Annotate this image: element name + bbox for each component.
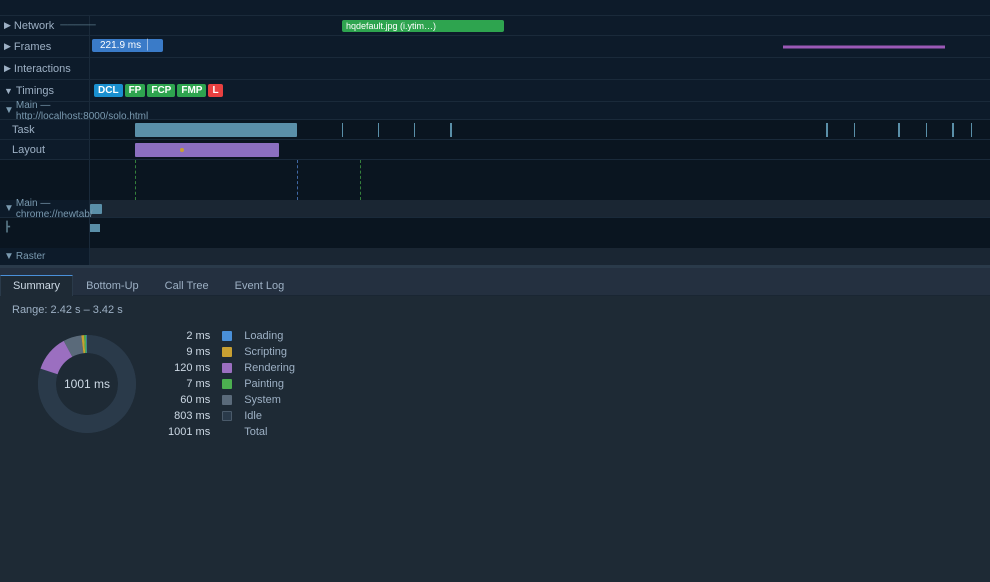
legend-painting-label: Painting: [238, 376, 301, 392]
badge-fmp: FMP: [177, 84, 206, 97]
task-row: Task: [0, 120, 990, 140]
donut-center-label: 1001 ms: [64, 377, 110, 391]
donut-chart: 1001 ms: [32, 329, 142, 439]
legend-idle-swatch: [216, 408, 238, 424]
legend-system: 60 ms System: [162, 392, 301, 408]
legend-total-ms: 1001 ms: [162, 424, 216, 440]
frames-value: 221.9 ms ▏: [92, 39, 163, 52]
main-newtab-body: [90, 200, 990, 218]
legend-system-swatch: [216, 392, 238, 408]
bottom-panel: Summary Bottom-Up Call Tree Event Log Ra…: [0, 266, 990, 526]
task-bar-9: [926, 123, 927, 137]
task-bar-6: [826, 123, 828, 137]
tab-event-log[interactable]: Event Log: [222, 275, 298, 296]
legend-loading: 2 ms Loading: [162, 328, 301, 344]
newtab-bar-2: [90, 224, 100, 232]
tab-bottom-up[interactable]: Bottom-Up: [73, 275, 152, 296]
legend-rendering-ms: 120 ms: [162, 360, 216, 376]
task-bar-2: [342, 123, 343, 137]
legend-scripting-label: Scripting: [238, 344, 301, 360]
badge-fcp: FCP: [147, 84, 175, 97]
raster-header: ▼ Raster: [0, 248, 990, 266]
task-bar-7: [854, 123, 855, 137]
task-bar-1: [135, 123, 297, 137]
interactions-content: [90, 58, 990, 79]
layout-label: Layout: [0, 140, 90, 159]
frames-purple-bar: [783, 45, 945, 48]
legend-rendering: 120 ms Rendering: [162, 360, 301, 376]
legend-painting: 7 ms Painting: [162, 376, 301, 392]
vline-fp: [135, 160, 136, 200]
interactions-label: ▶ Interactions: [0, 58, 90, 79]
main-localhost-header-body: [90, 102, 990, 120]
layout-bar: [135, 143, 279, 157]
layout-row: Layout: [0, 140, 990, 160]
legend-scripting-swatch: [216, 344, 238, 360]
legend-loading-swatch: [216, 328, 238, 344]
badge-l: L: [208, 84, 222, 97]
main-spacer: [0, 160, 990, 200]
raster-body: [90, 248, 990, 266]
legend-rendering-label: Rendering: [238, 360, 301, 376]
frames-row: ▶ Frames 221.9 ms ▏: [0, 36, 990, 58]
network-row: ▶ Network ───── hqdefault.jpg (i.ytim…): [0, 16, 990, 36]
frames-label: ▶ Frames: [0, 36, 90, 57]
legend-idle: 803 ms Idle: [162, 408, 301, 424]
tabs-row: Summary Bottom-Up Call Tree Event Log: [0, 268, 990, 296]
badge-dcl: DCL: [94, 84, 123, 97]
raster-label: ▼ Raster: [0, 248, 90, 265]
network-file-bar: hqdefault.jpg (i.ytim…): [342, 20, 504, 32]
legend-idle-ms: 803 ms: [162, 408, 216, 424]
layout-dot: [180, 148, 184, 152]
legend-loading-label: Loading: [238, 328, 301, 344]
frames-content: 221.9 ms ▏: [90, 36, 990, 57]
main-localhost-header: ▼ Main — http://localhost:8000/solo.html: [0, 102, 990, 120]
legend-scripting: 9 ms Scripting: [162, 344, 301, 360]
network-label: ▶ Network ─────: [0, 16, 90, 35]
tab-summary[interactable]: Summary: [0, 275, 73, 296]
legend-system-label: System: [238, 392, 301, 408]
network-content: hqdefault.jpg (i.ytim…): [90, 16, 990, 35]
timings-row: ▼ Timings DCL FP FCP FMP L: [0, 80, 990, 102]
layout-body: [90, 140, 990, 159]
legend-table: 2 ms Loading 9 ms Scripting 120 ms Rende…: [162, 328, 301, 440]
task-bar-8: [898, 123, 900, 137]
newtab-spacer: ┣: [0, 218, 990, 248]
legend-rendering-swatch: [216, 360, 238, 376]
timings-content: DCL FP FCP FMP L: [90, 80, 990, 101]
badge-fp: FP: [125, 84, 146, 97]
summary-body: 1001 ms 2 ms Loading 9 ms Scripting: [12, 328, 978, 440]
interactions-row: ▶ Interactions: [0, 58, 990, 80]
main-newtab-label: ▼ Main — chrome://newtab/: [0, 200, 90, 217]
legend-painting-ms: 7 ms: [162, 376, 216, 392]
main-newtab-header: ▼ Main — chrome://newtab/: [0, 200, 990, 218]
task-bar-11: [971, 123, 972, 137]
legend-total-label: Total: [238, 424, 301, 440]
legend-idle-label: Idle: [238, 408, 301, 424]
task-bar-10: [952, 123, 954, 137]
tab-call-tree[interactable]: Call Tree: [152, 275, 222, 296]
task-bar-4: [414, 123, 415, 137]
legend-painting-swatch: [216, 376, 238, 392]
timings-label: ▼ Timings: [0, 80, 90, 101]
vline-fcp: [360, 160, 361, 200]
legend-total-swatch: [216, 424, 238, 440]
task-body: [90, 120, 990, 139]
legend-scripting-ms: 9 ms: [162, 344, 216, 360]
vline-dcl: [297, 160, 298, 200]
legend-system-ms: 60 ms: [162, 392, 216, 408]
panel-content: Range: 2.42 s – 3.42 s: [0, 296, 990, 526]
task-bar-5: [450, 123, 452, 137]
legend-loading-ms: 2 ms: [162, 328, 216, 344]
task-label: Task: [0, 120, 90, 139]
range-text: Range: 2.42 s – 3.42 s: [12, 304, 978, 316]
legend-total: 1001 ms Total: [162, 424, 301, 440]
main-localhost-label: ▼ Main — http://localhost:8000/solo.html: [0, 102, 90, 119]
task-bar-3: [378, 123, 379, 137]
